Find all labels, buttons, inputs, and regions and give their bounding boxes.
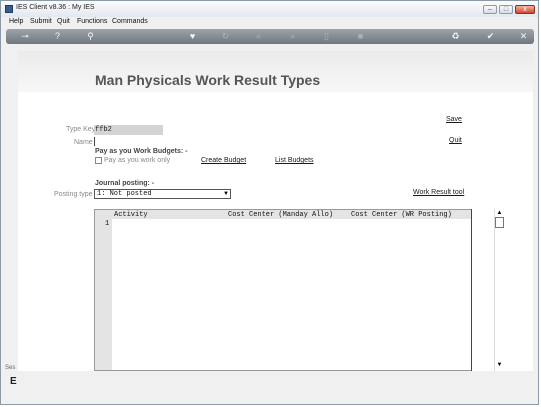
name-field[interactable] <box>94 137 95 146</box>
forward-icon[interactable]: » <box>286 30 299 43</box>
work-result-tool-link[interactable]: Work Result tool <box>413 189 464 196</box>
pay-as-you-work-heading: Pay as you Work Budgets: - <box>95 148 188 155</box>
create-budget-link[interactable]: Create Budget <box>201 157 246 164</box>
type-key-label: Type Key <box>66 126 96 133</box>
heart-icon[interactable]: ♥ <box>186 30 199 43</box>
scroll-down-icon[interactable]: ▼ <box>495 362 504 369</box>
document-icon[interactable]: ▯ <box>320 30 333 43</box>
grid-row-number-column <box>95 219 112 370</box>
menu-quit[interactable]: Quit <box>57 18 70 25</box>
window-title: IES Client v8.36 : My IES <box>16 4 95 11</box>
scroll-up-icon[interactable]: ▲ <box>495 210 504 216</box>
close-window-button[interactable]: x <box>515 5 535 14</box>
recycle-icon[interactable]: ♻ <box>449 30 462 43</box>
menu-commands[interactable]: Commands <box>112 18 148 25</box>
grid-column-activity[interactable]: Activity <box>114 211 148 219</box>
posting-type-label: Posting type <box>54 191 93 198</box>
pay-as-you-work-label: Pay as you work only <box>104 157 171 164</box>
name-label: Name <box>74 139 93 146</box>
page-title: Man Physicals Work Result Types <box>95 72 321 88</box>
app-icon <box>5 5 13 13</box>
journal-posting-heading: Journal posting: - <box>95 180 155 187</box>
side-glyph: E <box>10 376 17 387</box>
quit-link[interactable]: Quit <box>449 137 462 144</box>
activity-grid <box>94 209 472 371</box>
help-icon[interactable]: ? <box>51 30 64 43</box>
confirm-icon[interactable]: ✔ <box>484 30 497 43</box>
grid-column-cost-center-wr[interactable]: Cost Center (WR Posting) <box>351 211 452 219</box>
list-budgets-link[interactable]: List Budgets <box>275 157 314 164</box>
type-key-field[interactable]: ffb2 <box>94 125 163 135</box>
search-icon[interactable]: ⚲ <box>84 30 97 43</box>
menu-submit[interactable]: Submit <box>30 18 52 25</box>
grid-column-cost-center-manday[interactable]: Cost Center (Manday Allo) <box>228 211 333 219</box>
refresh-icon[interactable]: ↻ <box>219 30 232 43</box>
pay-as-you-work-checkbox[interactable] <box>95 157 102 164</box>
scroll-thumb[interactable] <box>495 217 504 228</box>
maximize-button[interactable]: □ <box>499 5 513 14</box>
stop-icon[interactable]: ■ <box>354 30 367 43</box>
posting-type-select[interactable]: 1: Not posted <box>94 189 231 199</box>
menu-help[interactable]: Help <box>9 18 23 25</box>
grid-row-number: 1 <box>105 220 110 228</box>
back-icon[interactable]: « <box>252 30 265 43</box>
minimize-button[interactable]: – <box>483 5 497 14</box>
save-link[interactable]: Save <box>446 116 462 123</box>
chevron-down-icon[interactable]: ▼ <box>222 190 230 198</box>
menu-functions[interactable]: Functions <box>77 18 107 25</box>
vertical-scrollbar[interactable] <box>494 209 505 371</box>
key-icon[interactable]: ⊸ <box>16 30 34 43</box>
close-icon[interactable]: ✕ <box>517 30 530 43</box>
grid-divider <box>471 209 472 371</box>
session-label: Ses <box>5 365 16 371</box>
